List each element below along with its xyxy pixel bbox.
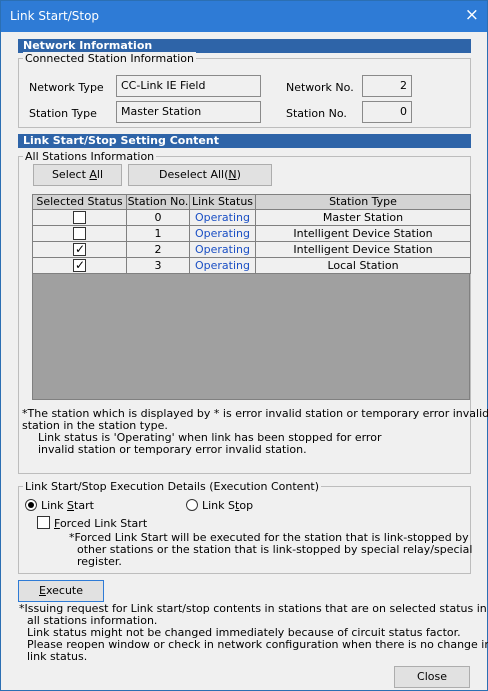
table-header-row: Selected Status Station No. Link Status … <box>32 194 471 210</box>
select-all-accel: A <box>89 168 97 181</box>
selected-cell[interactable] <box>32 225 127 242</box>
row-checkbox[interactable] <box>73 242 86 256</box>
all-stations-group-title: All Stations Information <box>23 150 157 163</box>
selected-cell[interactable] <box>32 257 127 274</box>
title-bar[interactable]: Link Start/Stop × <box>1 1 487 32</box>
table-row[interactable]: 2 Operating Intelligent Device Station <box>32 241 471 258</box>
setting-content-header: Link Start/Stop Setting Content <box>18 134 471 148</box>
close-icon[interactable]: × <box>465 5 479 25</box>
deselect-all-accel: N <box>228 168 237 181</box>
close-button[interactable]: Close <box>394 666 470 688</box>
network-type-field: CC-Link IE Field <box>116 75 261 97</box>
row-checkbox[interactable] <box>73 227 86 240</box>
link-status-cell: Operating <box>189 241 256 258</box>
selected-cell[interactable] <box>32 209 127 226</box>
station-no-cell: 1 <box>126 225 190 242</box>
dialog-window: Link Start/Stop × Network Information Co… <box>0 0 488 691</box>
link-start-label[interactable]: Link Start <box>41 499 94 512</box>
col-selected-status[interactable]: Selected Status <box>32 194 127 210</box>
forced-link-start-note: *Forced Link Start will be executed for … <box>69 532 472 568</box>
link-stop-label[interactable]: Link Stop <box>202 499 253 512</box>
station-no-cell: 3 <box>126 257 190 274</box>
footer-note: *Issuing request for Link start/stop con… <box>19 603 488 663</box>
station-type-cell: Intelligent Device Station <box>255 225 471 242</box>
table-row[interactable]: 3 Operating Local Station <box>32 257 471 274</box>
col-link-status[interactable]: Link Status <box>189 194 256 210</box>
note-line: link status. <box>27 650 88 663</box>
select-all-suffix: ll <box>96 168 104 181</box>
deselect-all-prefix: Deselect All( <box>159 168 229 181</box>
execute-suffix: xecute <box>45 584 83 597</box>
station-no-label: Station No. <box>286 107 347 120</box>
table-row[interactable]: 1 Operating Intelligent Device Station <box>32 225 471 242</box>
invalid-station-note: *The station which is displayed by * is … <box>22 408 488 456</box>
link-status-cell: Operating <box>189 257 256 274</box>
station-type-cell: Master Station <box>255 209 471 226</box>
execution-details-title: Link Start/Stop Execution Details (Execu… <box>23 480 322 493</box>
select-all-prefix: Select <box>51 168 90 181</box>
note-line: other stations or the station that is li… <box>77 543 473 556</box>
link-stop-radio[interactable] <box>186 499 198 511</box>
station-type-label: Station Type <box>29 107 97 120</box>
row-checkbox[interactable] <box>73 211 86 224</box>
network-no-label: Network No. <box>286 81 354 94</box>
station-no-cell: 2 <box>126 241 190 258</box>
window-title: Link Start/Stop <box>10 9 100 23</box>
note-line: Please reopen window or check in network… <box>27 638 488 651</box>
select-all-button[interactable]: Select All <box>33 164 122 186</box>
forced-link-start-checkbox[interactable] <box>37 516 50 529</box>
link-start-radio[interactable] <box>25 499 37 511</box>
selected-cell[interactable] <box>32 241 127 258</box>
forced-suffix: orced Link Start <box>59 517 148 530</box>
station-type-cell: Intelligent Device Station <box>255 241 471 258</box>
forced-link-start-label[interactable]: Forced Link Start <box>54 517 147 530</box>
note-line: invalid station or temporary error inval… <box>38 443 307 456</box>
link-status-cell: Operating <box>189 209 256 226</box>
connected-station-group-title: Connected Station Information <box>23 52 197 65</box>
network-info-header: Network Information <box>18 39 471 53</box>
deselect-all-button[interactable]: Deselect All(N) <box>128 164 272 186</box>
link-start-suffix: tart <box>74 499 94 512</box>
link-start-prefix: Link <box>41 499 68 512</box>
link-stop-suffix: op <box>239 499 254 512</box>
table-row[interactable]: 0 Operating Master Station <box>32 209 471 226</box>
deselect-all-suffix: ) <box>236 168 241 181</box>
execute-button[interactable]: Execute <box>18 580 104 602</box>
col-station-no[interactable]: Station No. <box>126 194 190 210</box>
network-no-field: 2 <box>362 75 412 97</box>
row-checkbox[interactable] <box>73 258 86 272</box>
link-start-accel: S <box>67 499 75 512</box>
note-line: register. <box>77 555 122 568</box>
col-station-type[interactable]: Station Type <box>255 194 471 210</box>
station-no-field: 0 <box>362 101 412 123</box>
link-stop-prefix: Link S <box>202 499 236 512</box>
execute-accel: E <box>39 584 46 597</box>
station-table: Selected Status Station No. Link Status … <box>32 194 471 274</box>
station-no-cell: 0 <box>126 209 190 226</box>
link-status-cell: Operating <box>189 225 256 242</box>
station-type-field: Master Station <box>116 101 261 123</box>
station-type-cell: Local Station <box>255 257 471 274</box>
network-type-label: Network Type <box>29 81 104 94</box>
